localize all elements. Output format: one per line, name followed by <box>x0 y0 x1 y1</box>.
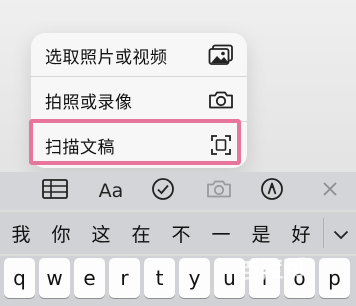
candidate-word[interactable]: 好 <box>286 220 316 247</box>
expand-candidates-button[interactable] <box>326 220 356 248</box>
checklist-button[interactable] <box>149 178 177 204</box>
markup-button[interactable] <box>258 178 286 204</box>
key-t[interactable]: t <box>144 258 175 298</box>
camera-button[interactable] <box>205 178 233 204</box>
key-i[interactable]: i <box>249 258 280 298</box>
key-o[interactable]: o <box>284 258 315 298</box>
attachment-context-menu: 选取照片或视频 拍照或录像 扫描文稿 <box>31 33 247 168</box>
format-icon: Aa <box>98 180 124 202</box>
close-button[interactable] <box>316 178 344 204</box>
keyboard-row-top: q w e r t y u i o p <box>0 256 356 306</box>
menu-item-label: 扫描文稿 <box>45 137 115 158</box>
keyboard-toolbar: Aa <box>0 172 356 210</box>
menu-item-label: 选取照片或视频 <box>45 47 168 68</box>
table-button[interactable] <box>41 178 69 204</box>
candidate-word[interactable]: 一 <box>206 220 236 247</box>
menu-item-label: 拍照或录像 <box>45 92 133 113</box>
document-scan-icon <box>207 131 235 159</box>
candidate-word[interactable]: 不 <box>166 220 196 247</box>
candidate-word[interactable]: 你 <box>46 220 76 247</box>
camera-icon <box>207 86 235 114</box>
candidate-bar: 我 你 这 在 不 一 是 好 <box>0 212 356 254</box>
key-p[interactable]: p <box>319 258 350 298</box>
candidate-word[interactable]: 在 <box>126 220 156 247</box>
checklist-icon <box>151 177 175 205</box>
format-button[interactable]: Aa <box>97 178 125 204</box>
key-y[interactable]: y <box>179 258 210 298</box>
key-e[interactable]: e <box>74 258 105 298</box>
menu-item-choose-photo-or-video[interactable]: 选取照片或视频 <box>31 33 247 77</box>
key-w[interactable]: w <box>39 258 70 298</box>
close-icon <box>321 180 339 202</box>
key-r[interactable]: r <box>109 258 140 298</box>
markup-icon <box>260 177 284 205</box>
camera-icon <box>206 179 232 203</box>
candidate-word[interactable]: 这 <box>86 220 116 247</box>
key-q[interactable]: q <box>4 258 35 298</box>
table-icon <box>42 179 68 203</box>
photo-library-icon <box>207 41 235 69</box>
candidate-word[interactable]: 是 <box>246 220 276 247</box>
menu-item-take-photo-or-video[interactable]: 拍照或录像 <box>31 78 247 122</box>
key-u[interactable]: u <box>214 258 245 298</box>
menu-item-scan-documents[interactable]: 扫描文稿 <box>31 123 247 167</box>
candidate-word[interactable]: 我 <box>6 220 36 247</box>
candidate-divider <box>323 218 324 248</box>
chevron-down-icon <box>333 225 349 244</box>
